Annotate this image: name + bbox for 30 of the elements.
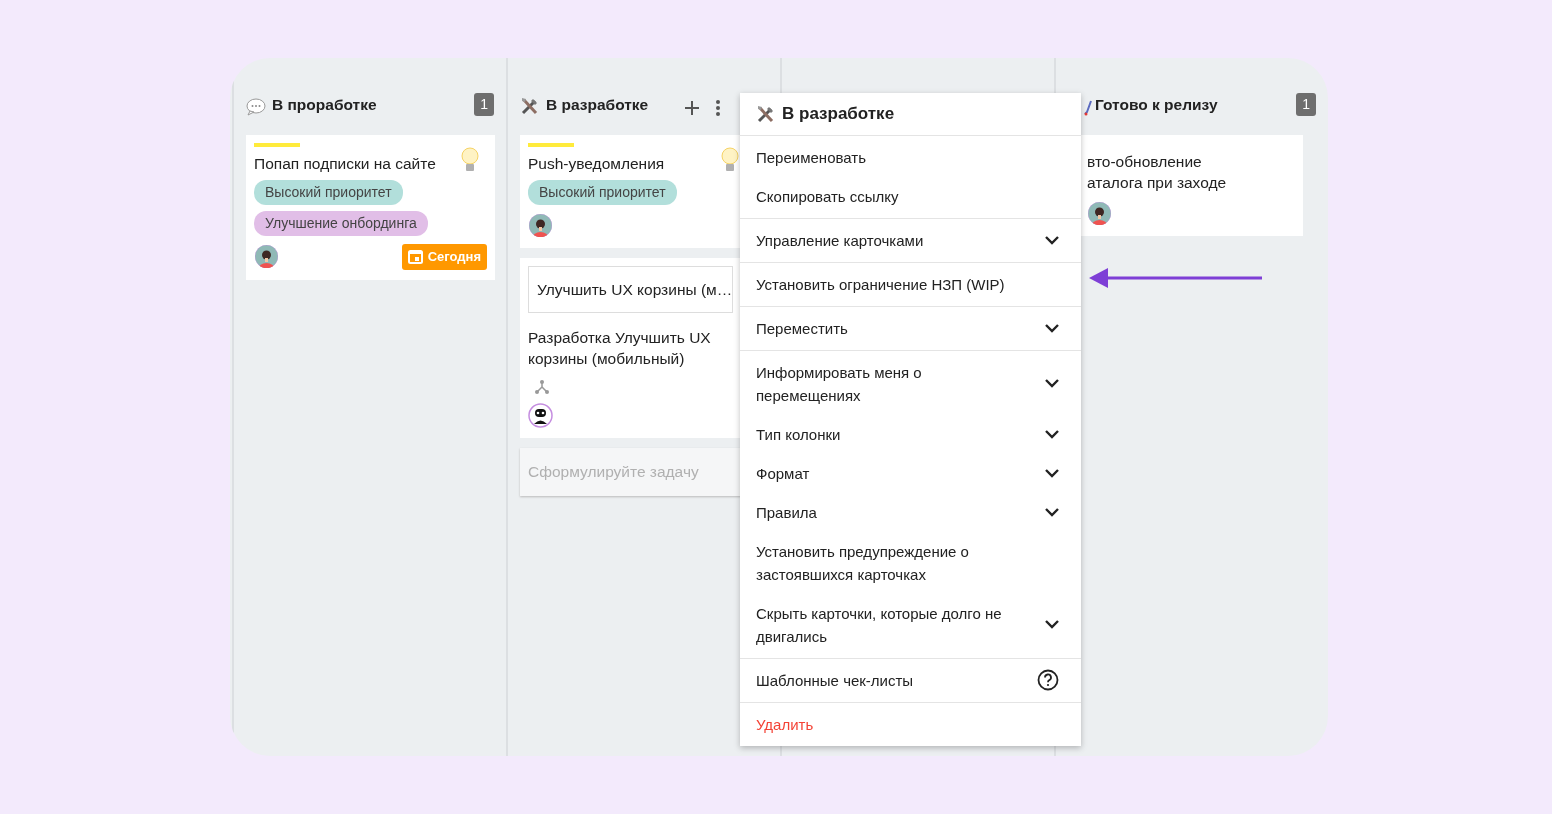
task-card[interactable]: Push-уведомления Высокий приоритет <box>520 135 741 248</box>
menu-item[interactable]: Шаблонные чек-листы <box>740 660 1081 700</box>
card-title-field[interactable]: Улучшить UX корзины (м… <box>528 266 733 314</box>
count-badge: 1 <box>1296 93 1316 116</box>
menu-item[interactable]: Переместить <box>740 308 1081 348</box>
menu-item[interactable]: Скрыть карточки, которые долго не двигались <box>740 593 1081 656</box>
menu-item[interactable]: Управление карточками <box>740 220 1081 260</box>
tag-pill: Улучшение онбординга <box>254 211 428 236</box>
menu-item[interactable]: Формат <box>740 453 1081 493</box>
column-title: В разработке <box>546 94 649 115</box>
task-card[interactable]: Улучшить UX корзины (м… Разработка Улучшить UX корзины (мобильный) <box>520 258 741 439</box>
card-title: Разработка Улучшить UX корзины (мобильный) <box>528 328 712 370</box>
due-date-badge: Сегодня <box>401 244 487 270</box>
menu-item[interactable]: Тип колонки <box>740 414 1081 454</box>
count-badge: 1 <box>474 93 494 116</box>
menu-item[interactable]: Удалить <box>740 704 1081 744</box>
new-card-field[interactable]: Сформулируйте задачу <box>520 448 741 496</box>
card-title: Попап подписки на сайте <box>254 154 437 174</box>
menu-item[interactable]: Установить ограничение НЗП (WIP) <box>740 264 1081 304</box>
menu-item[interactable]: Информировать меня о перемещениях <box>740 352 1081 415</box>
tag-pill: Высокий приоритет <box>254 180 403 205</box>
menu-title: В разработке <box>782 103 895 125</box>
column-title: В проработке <box>272 94 377 115</box>
column-title: Готово к релизу <box>1095 94 1218 115</box>
menu-item[interactable]: Установить предупреждение о застоявшихся карточках <box>740 531 1081 594</box>
tag-pill: Высокий приоритет <box>528 180 677 205</box>
card-title: вто-обновление аталога при заходе <box>1087 152 1228 193</box>
task-card[interactable]: Попап подписки на сайте Высокий приоритет Улучшение онбординга Сегодня <box>246 135 495 280</box>
card-title: Push-уведомления <box>528 154 666 174</box>
menu-item[interactable]: Правила <box>740 492 1081 532</box>
